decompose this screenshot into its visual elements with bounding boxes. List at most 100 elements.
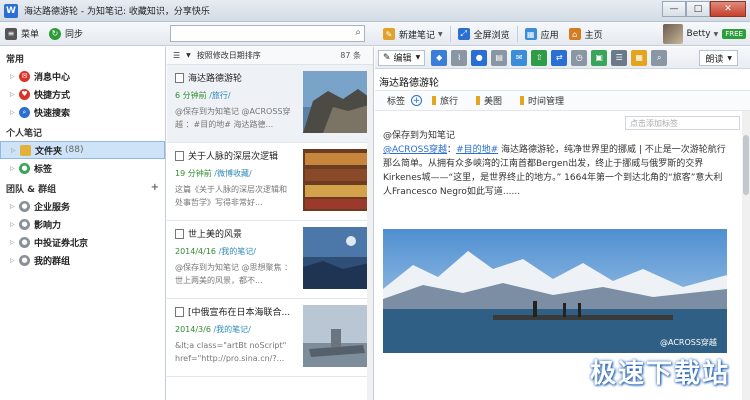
note-path[interactable]: /旅行/ <box>209 91 230 100</box>
chevron-down-icon[interactable]: ▼ <box>186 52 191 59</box>
new-note-button[interactable]: ✎ 新建笔记 ▼ <box>378 24 448 44</box>
note-thumbnail <box>303 71 369 133</box>
apps-label: 应用 <box>540 30 559 41</box>
tag-label: 时间管理 <box>528 97 565 107</box>
section-team-label: 团队 & 群组 <box>6 185 57 195</box>
sidebar-item-group[interactable]: ▷ ● 我的群组 <box>0 251 165 269</box>
tag-chip[interactable]: 时间管理 <box>520 94 564 107</box>
expand-arrow-icon[interactable]: ▷ <box>11 147 20 154</box>
shortcut-icon: ♥ <box>19 88 30 100</box>
zoom-icon[interactable]: ⌕ <box>651 49 668 66</box>
sidebar-item-messages[interactable]: ▷ ✉ 消息中心 <box>0 67 165 85</box>
sidebar-item-group[interactable]: ▷ ● 中投证券北京 <box>0 233 165 251</box>
note-photo <box>383 229 727 353</box>
apps-icon: ▦ <box>524 28 537 40</box>
user-name[interactable]: Betty <box>687 29 711 39</box>
menu-button[interactable]: ≡ 菜单 <box>0 24 44 44</box>
scrollbar-thumb[interactable] <box>743 135 749 195</box>
expand-arrow-icon[interactable]: ▷ <box>10 165 19 172</box>
menu-icon: ≡ <box>5 27 17 40</box>
chevron-down-icon[interactable]: ▼ <box>714 31 719 38</box>
window-controls: — □ ✕ <box>662 1 746 17</box>
read-aloud-button[interactable]: 朗读 ▼ <box>699 50 738 66</box>
fullscreen-icon[interactable]: ▦ <box>631 49 648 66</box>
list-item[interactable]: 关于人脉的深层次逻辑 19 分钟前 /微博收藏/ 这篇《关于人脉的深层次逻辑和处… <box>167 143 373 221</box>
read-aloud-label: 朗读 <box>705 54 724 65</box>
chevron-down-icon[interactable]: ▼ <box>438 31 443 38</box>
sidebar-item-quick-search[interactable]: ▷ ⌕ 快速搜索 <box>0 103 165 121</box>
outline-icon[interactable]: ☰ <box>611 49 628 66</box>
attachment-icon[interactable]: ⌇ <box>451 49 468 66</box>
tag-icon[interactable]: ◆ <box>431 49 448 66</box>
expand-arrow-icon[interactable]: ▷ <box>10 221 19 228</box>
sort-dropdown[interactable]: 按照修改日期排序 <box>197 50 261 61</box>
editor-scrollbar[interactable] <box>742 111 750 400</box>
note-content[interactable]: @保存到为知笔记 @ACROSS穿越：#目的地# 海达路德游轮，纯净世界里的挪威… <box>383 129 731 199</box>
tags-label: 标签 <box>387 97 406 107</box>
tag-chip[interactable]: 美图 <box>476 94 502 107</box>
note-path[interactable]: /我的笔记/ <box>219 247 256 256</box>
encrypt-icon[interactable]: ▣ <box>591 49 608 66</box>
expand-arrow-icon[interactable]: ▷ <box>10 91 19 98</box>
sidebar-item-tags[interactable]: ▷ ● 标签 <box>0 159 165 177</box>
note-title-field[interactable]: 海达路德游轮 <box>375 69 750 91</box>
note-thumbnail <box>303 227 369 289</box>
history-icon[interactable]: ▤ <box>491 49 508 66</box>
search-input[interactable]: ⌕ <box>170 25 365 42</box>
sidebar-item-group[interactable]: ▷ ● 企业服务 <box>0 197 165 215</box>
sidebar-item-label: 文件夹 <box>35 146 63 157</box>
expand-arrow-icon[interactable]: ▷ <box>10 257 19 264</box>
topic-link[interactable]: #目的地# <box>456 145 498 155</box>
title-bar: W 海达路德游轮 - 为知笔记: 收藏知识，分享快乐 — □ ✕ <box>0 0 750 22</box>
note-path[interactable]: /微博收藏/ <box>214 169 251 178</box>
list-scrollbar[interactable] <box>367 65 373 400</box>
note-snippet: @保存到为知笔记 @思想聚焦 ：世上两美的风景，都不... <box>175 263 293 285</box>
list-item[interactable]: 海达路德游轮 6 分钟前 /旅行/ @保存到为知笔记 @ACROSS穿越 ：#目… <box>167 65 373 143</box>
list-header: ☰ ▼ 按照修改日期排序 87 条 <box>167 47 373 65</box>
note-title: 海达路德游轮 <box>188 74 243 84</box>
user-icon[interactable]: ● <box>471 49 488 66</box>
home-button[interactable]: ⌂ 主页 <box>564 24 608 44</box>
note-time: 6 分钟前 <box>175 91 207 100</box>
expand-arrow-icon[interactable]: ▷ <box>10 239 19 246</box>
search-icon[interactable]: ⌕ <box>355 27 361 38</box>
tag-chip[interactable]: 旅行 <box>432 94 458 107</box>
share-icon[interactable]: ⇧ <box>531 49 548 66</box>
chevron-down-icon[interactable]: ▼ <box>727 55 732 62</box>
sidebar-item-folders[interactable]: ▷ 文件夹 (88) <box>0 141 165 159</box>
tag-marker-icon <box>476 96 481 105</box>
add-tag-input[interactable]: 点击添加标签 <box>625 116 740 130</box>
tag-marker-icon <box>520 96 525 105</box>
edit-button[interactable]: ✎ 编辑 ▼ <box>378 49 426 66</box>
sidebar-item-group[interactable]: ▷ ● 影响力 <box>0 215 165 233</box>
expand-arrow-icon[interactable]: ▷ <box>10 73 19 80</box>
tag-label: 美图 <box>484 97 503 107</box>
expand-arrow-icon[interactable]: ▷ <box>10 109 19 116</box>
maximize-button[interactable]: □ <box>686 1 710 17</box>
note-path[interactable]: /我的笔记/ <box>213 325 250 334</box>
note-time: 2014/3/6 <box>175 325 211 334</box>
email-icon[interactable]: ✉ <box>511 49 528 66</box>
sync-button[interactable]: ↻ 同步 <box>44 24 88 44</box>
note-snippet: @保存到为知笔记 @ACROSS穿越 ：#目的地# 海达路德... <box>175 107 291 129</box>
link-icon[interactable]: ⇄ <box>551 49 568 66</box>
mention-link[interactable]: @ACROSS穿越 <box>383 145 447 155</box>
list-view-icon[interactable]: ☰ <box>173 51 180 60</box>
list-item[interactable]: [中俄宣布在日本海联合... 2014/3/6 /我的笔记/ &lt;a cla… <box>167 299 373 377</box>
main-toolbar: ≡ 菜单 ↻ 同步 ⌕ ✎ 新建笔记 ▼ ⤢ 全屏浏览 ▦ 应用 ⌂ 主页 Be… <box>0 22 750 46</box>
sidebar-item-label: 标签 <box>34 164 53 175</box>
fullscreen-browse-button[interactable]: ⤢ 全屏浏览 <box>453 24 515 44</box>
add-tag-icon[interactable]: + <box>411 95 423 106</box>
list-item[interactable]: 世上美的风景 2014/4/16 /我的笔记/ @保存到为知笔记 @思想聚焦 ：… <box>167 221 373 299</box>
minimize-button[interactable]: — <box>662 1 686 17</box>
clock-icon[interactable]: ◷ <box>571 49 588 66</box>
sidebar-item-shortcuts[interactable]: ▷ ♥ 快捷方式 <box>0 85 165 103</box>
editor-toolbar: ✎ 编辑 ▼ ◆ ⌇ ● ▤ ✉ ⇧ ⇄ ◷ ▣ ☰ ▦ ⌕ 朗读 ▼ <box>375 47 750 69</box>
apps-button[interactable]: ▦ 应用 <box>520 24 564 44</box>
avatar[interactable] <box>662 24 683 44</box>
menu-label: 菜单 <box>21 30 40 40</box>
close-button[interactable]: ✕ <box>710 1 746 17</box>
add-group-button[interactable]: + <box>151 182 159 193</box>
expand-arrow-icon[interactable]: ▷ <box>10 203 19 210</box>
chevron-down-icon[interactable]: ▼ <box>416 54 421 61</box>
